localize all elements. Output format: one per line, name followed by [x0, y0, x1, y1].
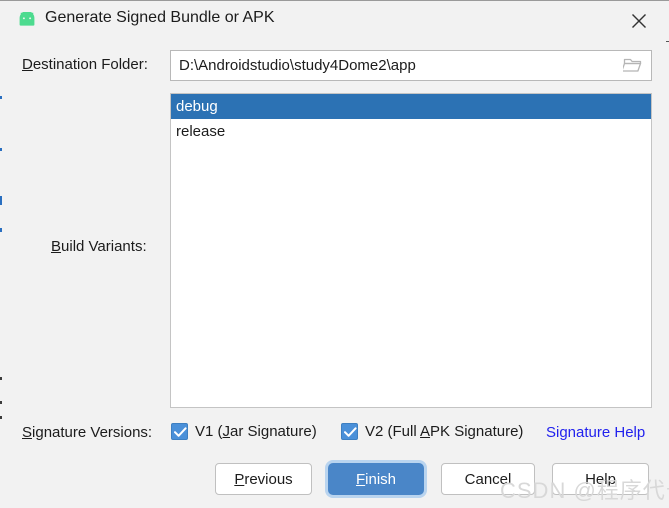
- build-variants-label-mnemonic: B: [51, 238, 62, 255]
- background-artifact: [0, 228, 2, 232]
- generate-signed-bundle-dialog: Generate Signed Bundle or APK Destinatio…: [0, 0, 669, 508]
- background-artifact: [0, 196, 2, 205]
- destination-folder-field[interactable]: [170, 50, 652, 81]
- build-variants-label: Build Variants:: [51, 238, 147, 255]
- list-item[interactable]: release: [171, 119, 651, 144]
- destination-folder-label: Destination Folder:: [22, 56, 148, 73]
- build-variants-list[interactable]: debug release: [170, 93, 652, 408]
- previous-button-mnemonic: P: [234, 470, 245, 488]
- title-bar: Generate Signed Bundle or APK: [0, 0, 669, 41]
- close-icon[interactable]: [622, 5, 656, 35]
- checkbox-v1-label-pre: V1 (: [195, 423, 223, 440]
- checkbox-v2-box[interactable]: [341, 423, 358, 440]
- finish-button-label: inish: [365, 470, 397, 488]
- title-bar-top-border: [0, 0, 669, 1]
- background-artifact: [0, 96, 2, 99]
- list-item[interactable]: debug: [171, 94, 651, 119]
- cancel-button-label: Cancel: [464, 470, 512, 488]
- destination-folder-label-mnemonic: D: [22, 56, 33, 73]
- finish-button-mnemonic: F: [355, 470, 366, 488]
- background-artifact: [0, 148, 2, 151]
- signature-versions-label-rest: ignature Versions:: [32, 424, 153, 441]
- background-artifact: [0, 401, 2, 404]
- previous-button[interactable]: Previous: [215, 463, 312, 495]
- signature-versions-label-mnemonic: S: [22, 424, 33, 441]
- window-title: Generate Signed Bundle or APK: [45, 9, 275, 26]
- checkbox-v2-label-mnemonic: A: [420, 423, 431, 440]
- checkbox-v2-full-apk-signature[interactable]: V2 (Full APK Signature): [341, 423, 523, 440]
- checkbox-v1-label-post: ar Signature): [230, 423, 317, 440]
- checkbox-v1-label: V1 (Jar Signature): [195, 423, 317, 440]
- android-robot-icon: [17, 10, 37, 28]
- checkbox-v2-label-post: PK Signature): [430, 423, 524, 440]
- checkbox-v1-box[interactable]: [171, 423, 188, 440]
- checkbox-v2-label: V2 (Full APK Signature): [365, 423, 523, 440]
- previous-button-label: revious: [244, 470, 293, 488]
- finish-button[interactable]: Finish: [328, 463, 424, 495]
- background-artifact: [0, 416, 2, 419]
- help-button-label: Help: [585, 470, 616, 488]
- signature-help-link[interactable]: Signature Help: [546, 424, 645, 441]
- folder-open-icon[interactable]: [621, 57, 643, 74]
- cancel-button[interactable]: Cancel: [441, 463, 535, 495]
- background-artifact: [0, 377, 2, 380]
- checkbox-v2-label-pre: V2 (Full: [365, 423, 421, 440]
- build-variants-label-rest: uild Variants:: [61, 238, 147, 255]
- help-button[interactable]: Help: [552, 463, 649, 495]
- checkbox-v1-label-mnemonic: J: [222, 423, 231, 440]
- destination-folder-input[interactable]: [171, 51, 611, 80]
- checkbox-v1-jar-signature[interactable]: V1 (Jar Signature): [171, 423, 317, 440]
- signature-versions-label: Signature Versions:: [22, 424, 152, 441]
- destination-folder-label-rest: estination Folder:: [32, 56, 148, 73]
